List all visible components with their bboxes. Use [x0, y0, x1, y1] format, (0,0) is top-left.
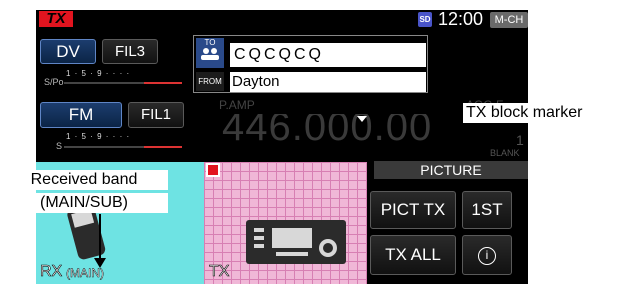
callout-leader-lines [94, 112, 460, 268]
